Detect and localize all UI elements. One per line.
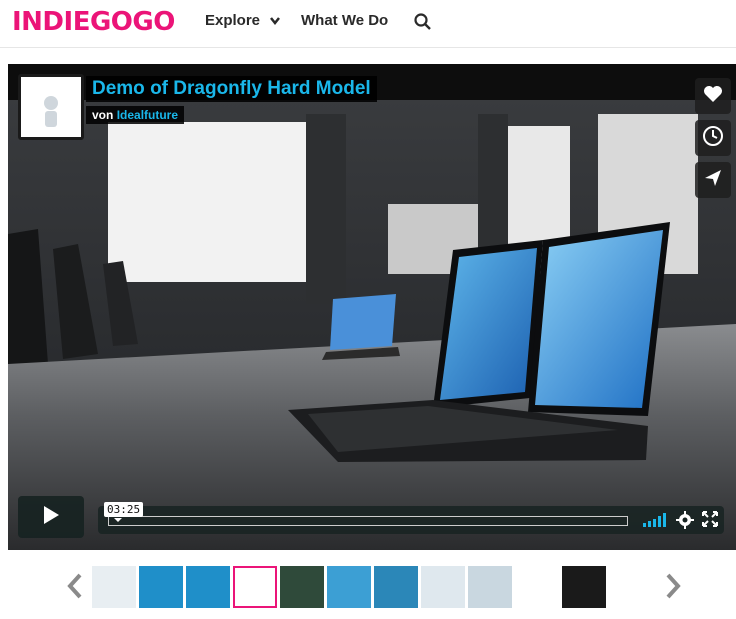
gallery-thumbnail[interactable] [327,566,371,608]
uploader-avatar[interactable] [18,74,84,140]
chevron-down-icon [270,12,281,29]
gallery-thumbnail[interactable] [515,566,559,608]
share-button[interactable] [695,162,731,198]
heart-icon [703,85,723,108]
fullscreen-icon[interactable] [702,511,718,532]
play-icon [42,505,60,530]
top-navigation-bar: INDIEGOGO Explore What We Do [0,0,736,48]
chevron-left-icon[interactable] [66,572,84,605]
gear-icon[interactable] [676,511,694,534]
search-icon[interactable] [413,12,433,32]
gallery-thumbnail[interactable] [92,566,136,608]
volume-icon[interactable] [643,513,669,532]
progress-bar[interactable] [108,516,628,526]
paper-plane-icon [703,168,723,193]
video-author-link[interactable]: Idealfuture [117,108,178,122]
nav-explore-label: Explore [205,12,261,29]
chevron-right-icon[interactable] [664,572,682,605]
gallery-thumbnail[interactable] [280,566,324,608]
timecode-arrow [114,518,122,522]
gallery-thumbnail[interactable] [609,566,653,608]
media-gallery [0,560,736,612]
gallery-thumbnail[interactable] [186,566,230,608]
video-byline: von Idealfuture [86,106,185,124]
player-controls: 03:25 [18,496,730,542]
nav-what-we-do[interactable]: What We Do [301,12,388,29]
indiegogo-logo[interactable]: INDIEGOGO [12,7,175,37]
video-title[interactable]: Demo of Dragonfly Hard Model [86,76,377,102]
like-button[interactable] [695,78,731,114]
byline-prefix: von [92,108,114,122]
video-player[interactable]: Demo of Dragonfly Hard Model von Idealfu… [8,64,736,550]
control-bar [98,506,724,534]
gallery-thumbnail[interactable] [233,566,277,608]
clock-icon [702,125,724,152]
gallery-thumbnail[interactable] [421,566,465,608]
gallery-thumbnail[interactable] [374,566,418,608]
watch-later-button[interactable] [695,120,731,156]
nav-explore[interactable]: Explore [205,12,281,29]
gallery-thumbnail[interactable] [562,566,606,608]
gallery-thumbnail[interactable] [139,566,183,608]
timecode-tooltip: 03:25 [104,502,144,517]
video-frame [8,64,736,550]
play-button[interactable] [18,496,84,538]
gallery-thumbnail[interactable] [468,566,512,608]
